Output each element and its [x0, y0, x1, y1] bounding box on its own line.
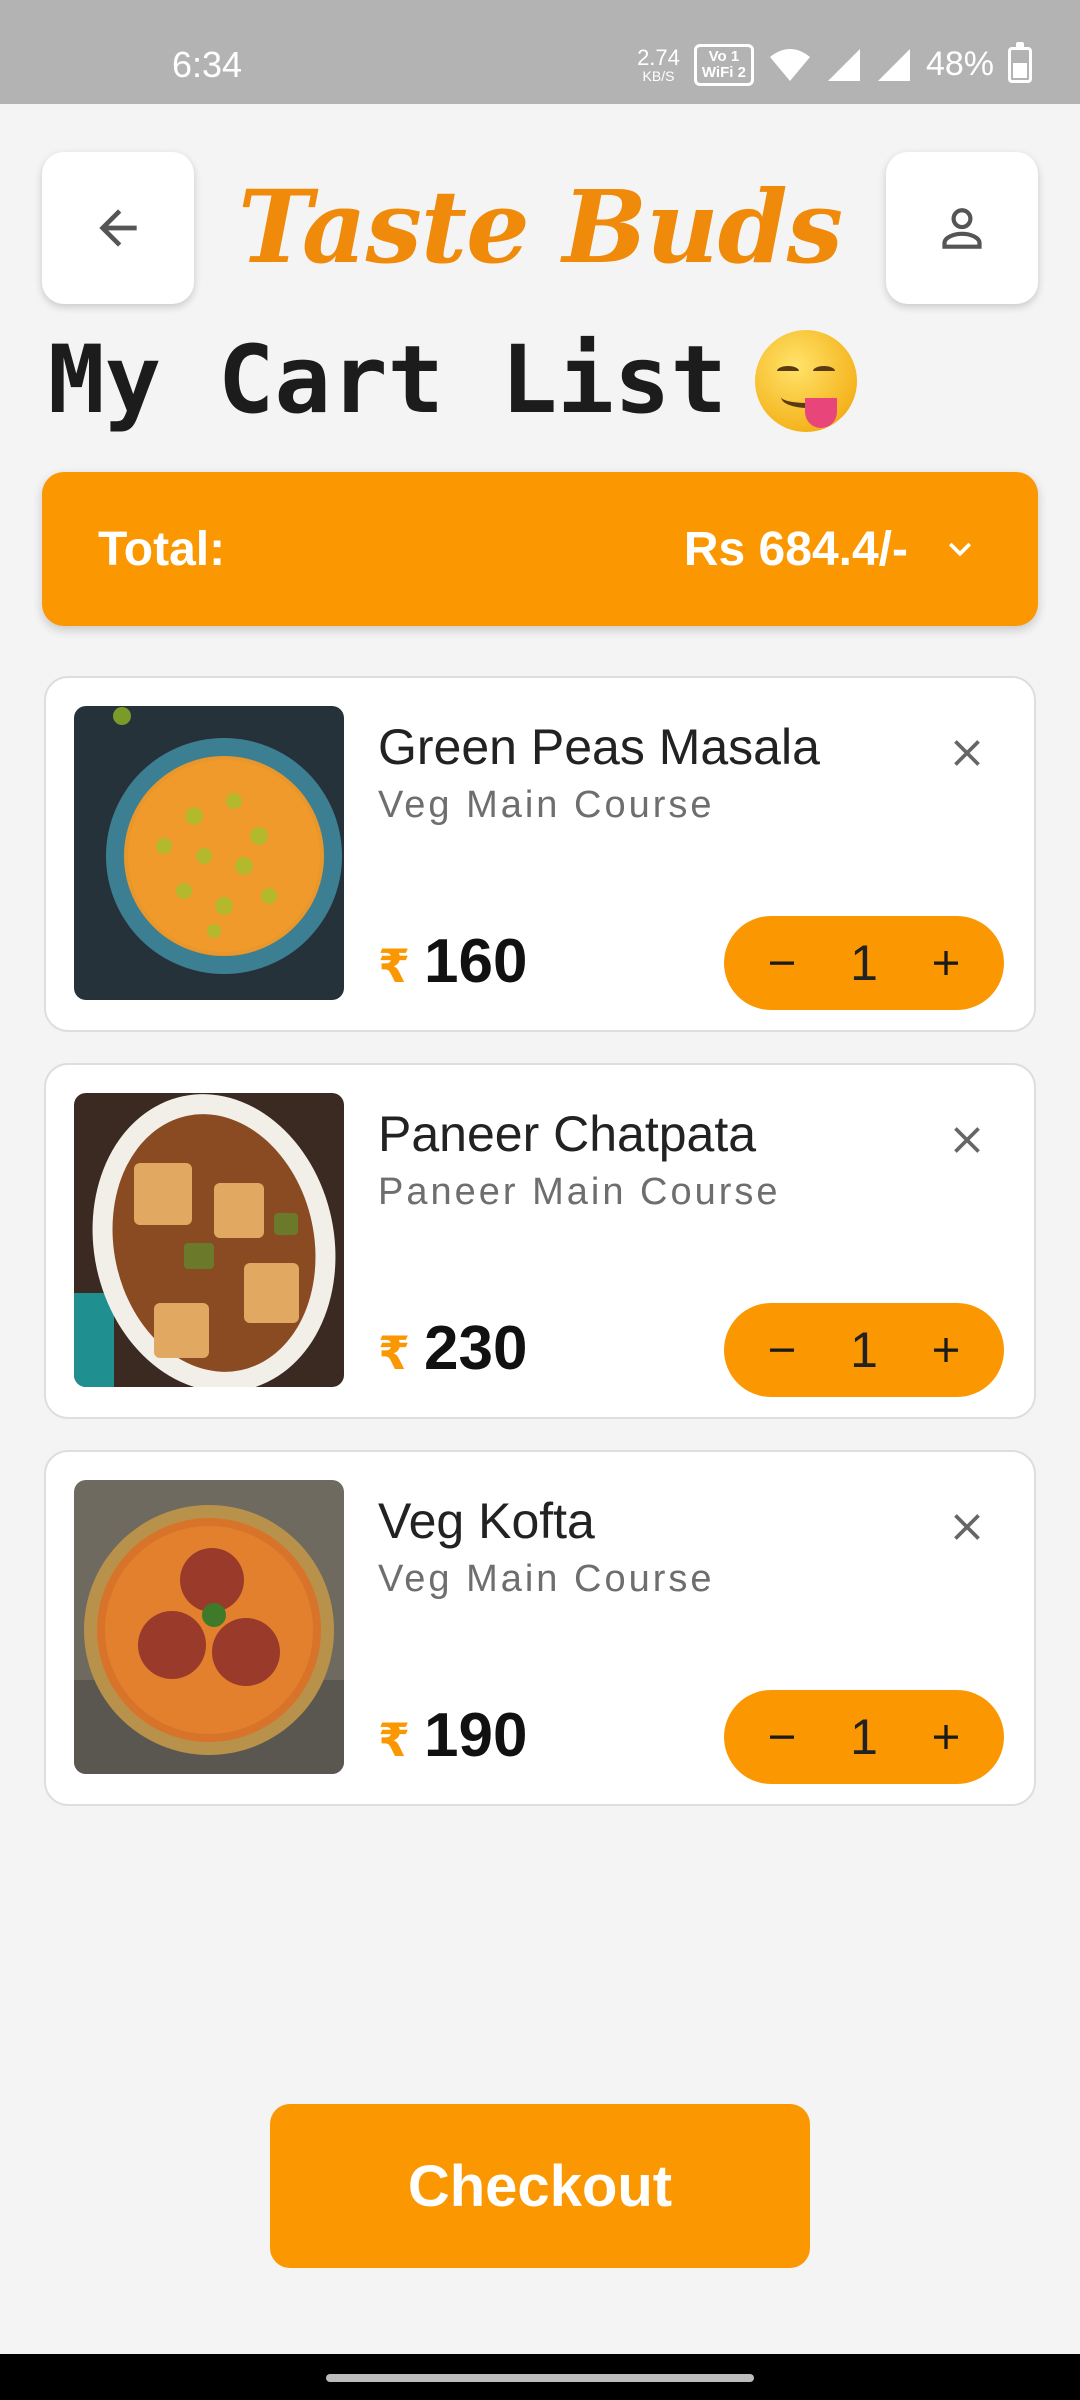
item-category: Veg Main Course: [378, 784, 715, 826]
status-indicators: 2.74 KB/S Vo 1 WiFi 2 48%: [637, 41, 1032, 86]
battery-icon: [1008, 41, 1032, 83]
price-value: 160: [424, 927, 528, 996]
item-category: Veg Main Course: [378, 1558, 715, 1600]
status-time: 6:34: [172, 44, 243, 85]
home-indicator[interactable]: [326, 2374, 754, 2382]
close-icon: [954, 740, 980, 766]
quantity-value: 1: [850, 935, 878, 991]
quantity-value: 1: [850, 1709, 878, 1765]
page-title-text: My Cart List: [48, 326, 728, 435]
quantity-value: 1: [850, 1322, 878, 1378]
minus-icon: [770, 1735, 794, 1739]
close-icon: [954, 1514, 980, 1540]
plus-icon: [934, 1725, 958, 1749]
increase-quantity-button[interactable]: [918, 935, 974, 991]
minus-icon: [770, 961, 794, 965]
network-speed-value: 2.74: [637, 44, 680, 70]
face-savoring-food-emoji: [755, 329, 858, 432]
checkout-button[interactable]: Checkout: [270, 2104, 810, 2268]
cell-signal-icon: [827, 48, 860, 81]
increase-quantity-button[interactable]: [918, 1709, 974, 1765]
total-label: Total:: [98, 522, 226, 576]
status-bar: 6:34 2.74 KB/S Vo 1 WiFi 2 48%: [0, 0, 1080, 104]
quantity-stepper: 1: [724, 1303, 1004, 1397]
volte-badge-bottom: WiFi 2: [701, 63, 746, 81]
item-name: Veg Kofta: [378, 1493, 595, 1549]
plus-icon: [934, 1338, 958, 1362]
remove-item-button[interactable]: [938, 1111, 996, 1169]
plus-icon: [934, 951, 958, 975]
increase-quantity-button[interactable]: [918, 1322, 974, 1378]
cart-item: Green Peas Masala Veg Main Course ₹ 160 …: [44, 676, 1036, 1032]
item-name: Green Peas Masala: [378, 719, 820, 775]
network-speed: 2.74 KB/S: [637, 44, 680, 84]
food-image-veg-kofta: [74, 1480, 344, 1774]
wifi-icon: [769, 48, 810, 81]
quantity-stepper: 1: [724, 1690, 1004, 1784]
price-value: 190: [424, 1701, 528, 1770]
total-bar[interactable]: Total: Rs 684.4/-: [42, 472, 1038, 626]
volte-wifi-badge: Vo 1 WiFi 2: [693, 44, 754, 86]
remove-item-button[interactable]: [938, 724, 996, 782]
battery-percent: 48%: [925, 45, 994, 84]
decrease-quantity-button[interactable]: [754, 935, 810, 991]
chevron-down-icon[interactable]: [938, 527, 982, 571]
item-price: ₹ 160: [378, 926, 527, 997]
rupee-icon: ₹: [378, 940, 411, 992]
page-title: My Cart List: [48, 326, 858, 435]
rupee-icon: ₹: [378, 1714, 411, 1766]
total-amount: Rs 684.4/-: [683, 522, 908, 576]
profile-button[interactable]: [886, 152, 1038, 304]
food-image-green-peas-masala: [74, 706, 344, 1000]
price-value: 230: [424, 1314, 528, 1383]
decrease-quantity-button[interactable]: [754, 1709, 810, 1765]
rupee-icon: ₹: [378, 1327, 411, 1379]
remove-item-button[interactable]: [938, 1498, 996, 1556]
quantity-stepper: 1: [724, 916, 1004, 1010]
volte-badge-top: Vo 1: [708, 48, 740, 65]
battery-fill: [1013, 63, 1027, 78]
close-icon: [954, 1127, 980, 1153]
network-speed-unit: KB/S: [642, 67, 675, 84]
item-name: Paneer Chatpata: [378, 1106, 757, 1162]
item-category: Paneer Main Course: [378, 1171, 781, 1213]
minus-icon: [770, 1348, 794, 1352]
item-price: ₹ 230: [378, 1313, 527, 1384]
system-nav-bar: [0, 2354, 1080, 2400]
cart-item: Veg Kofta Veg Main Course ₹ 190 1: [44, 1450, 1036, 1806]
cart-item: Paneer Chatpata Paneer Main Course ₹ 230…: [44, 1063, 1036, 1419]
food-image-paneer-chatpata: [74, 1093, 344, 1387]
cell-signal-2-icon: [877, 48, 910, 81]
person-icon: [942, 208, 982, 249]
item-price: ₹ 190: [378, 1700, 527, 1771]
decrease-quantity-button[interactable]: [754, 1322, 810, 1378]
